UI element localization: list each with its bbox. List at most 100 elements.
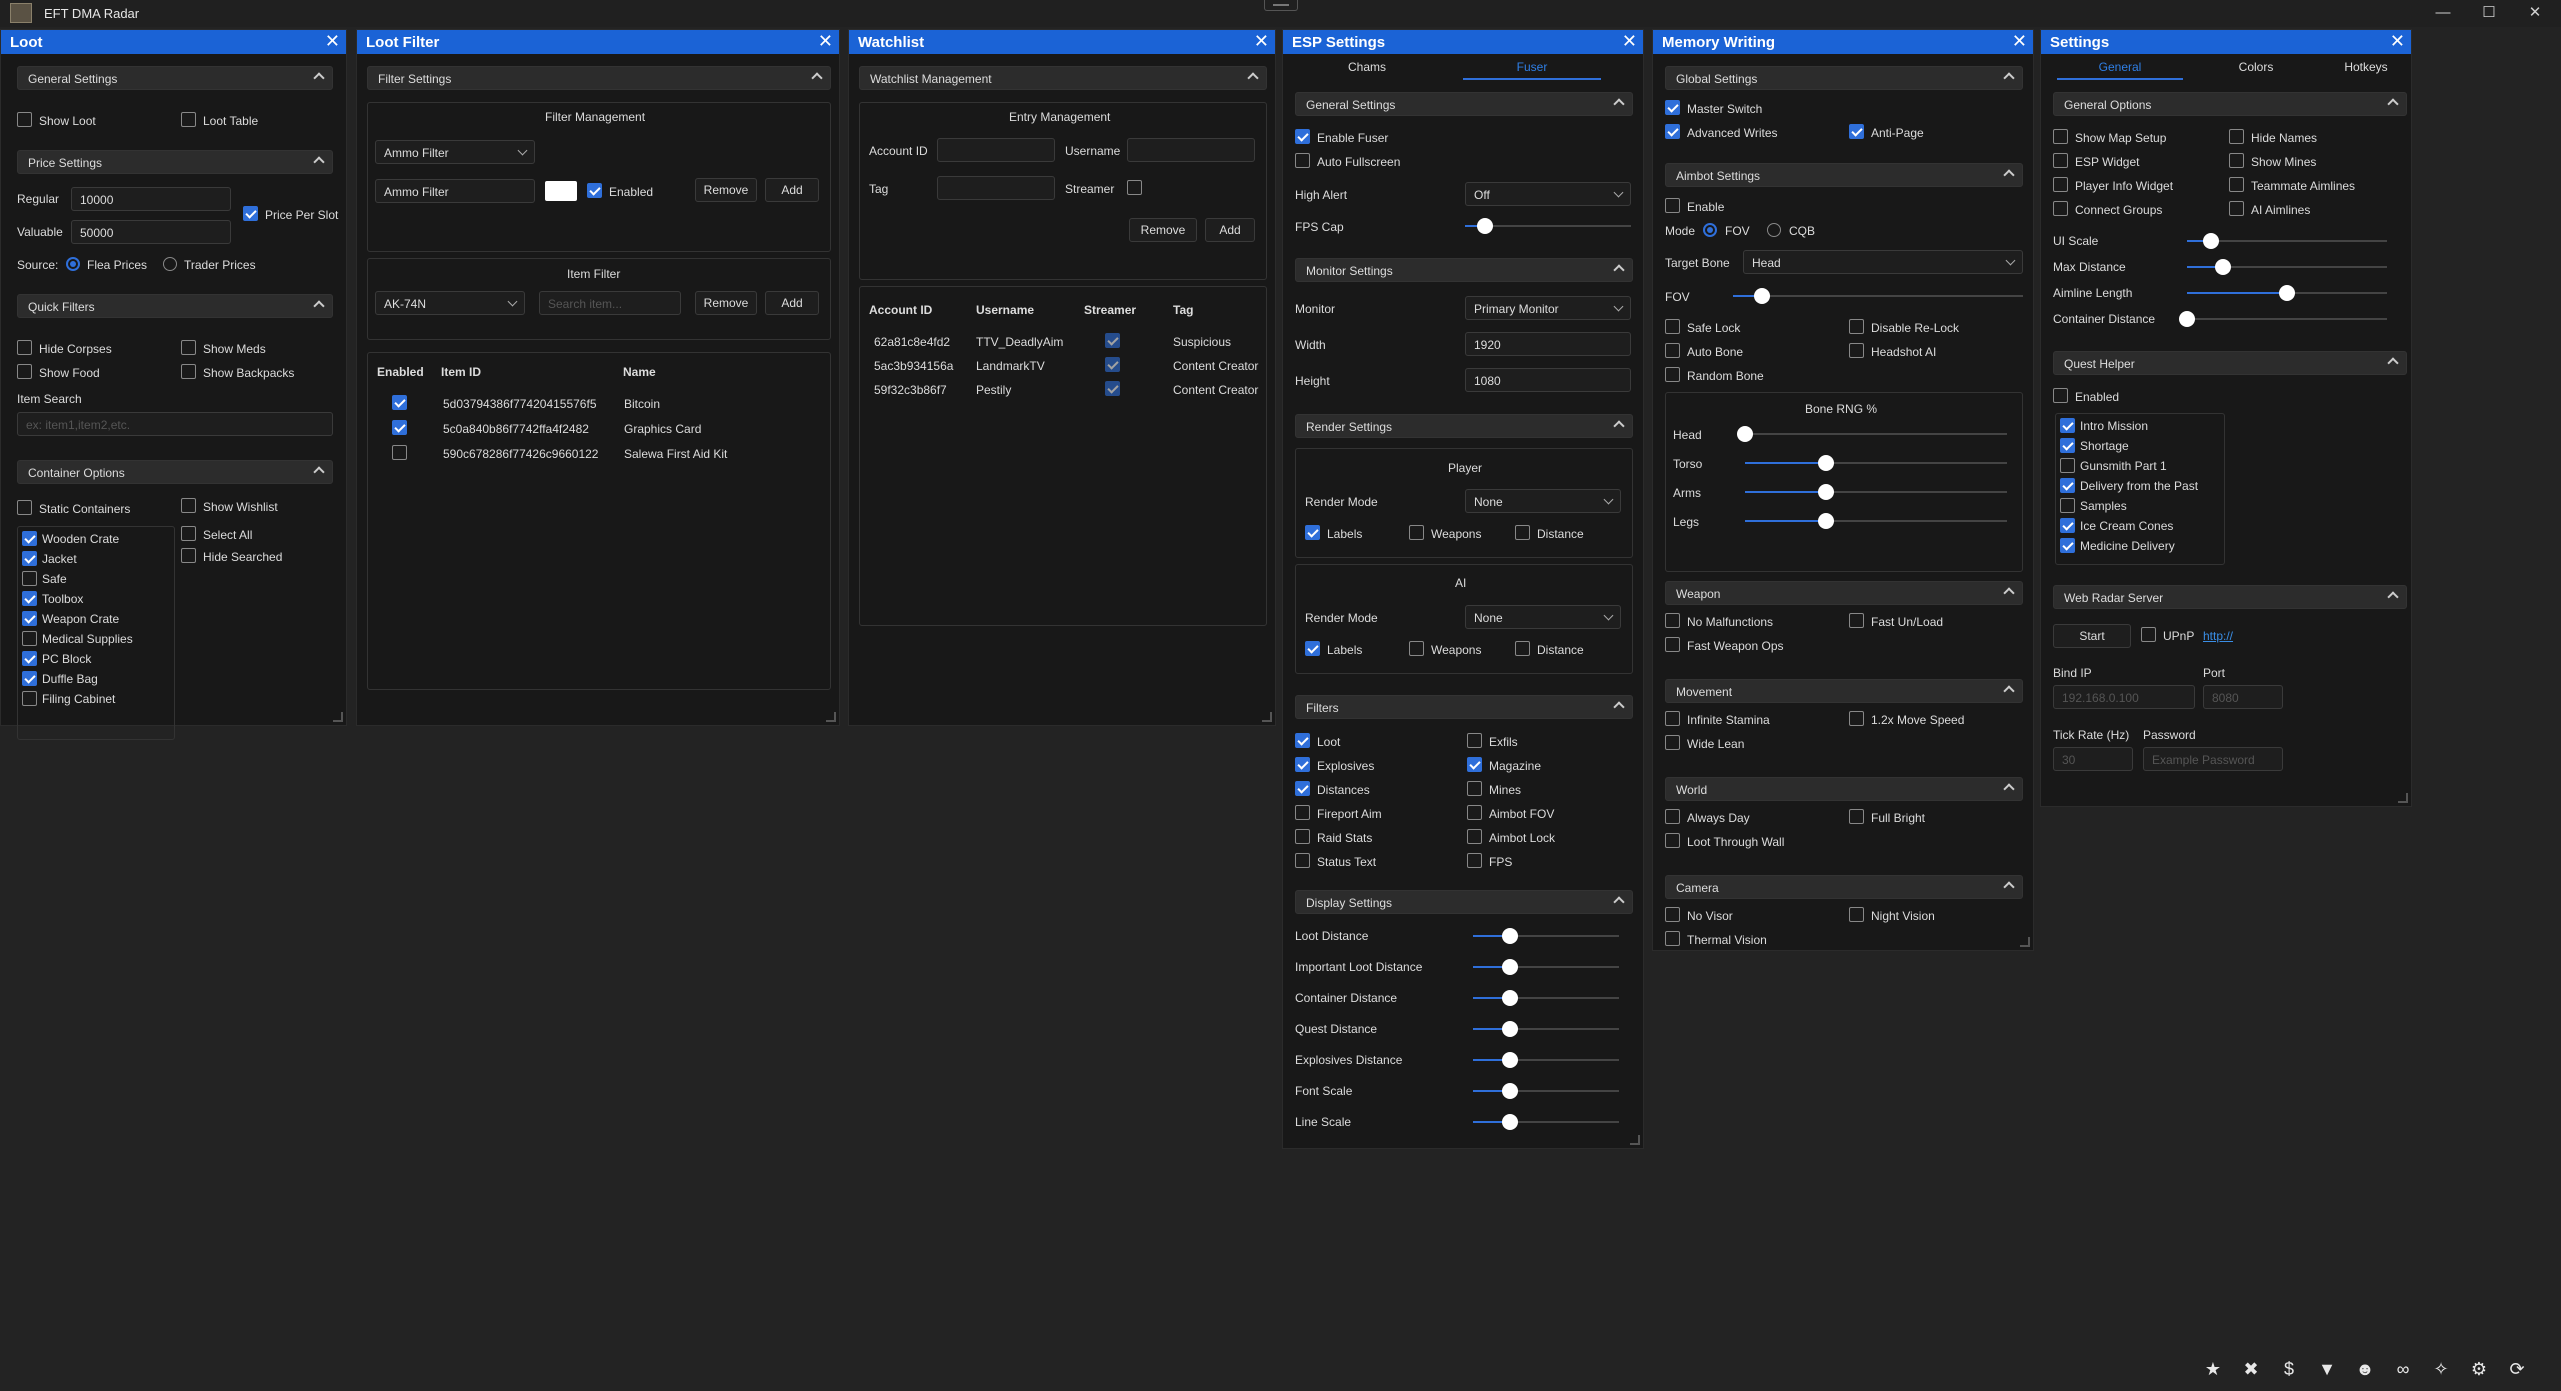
anti-page-checkbox[interactable] — [1849, 124, 1864, 139]
close-icon[interactable]: ✕ — [2390, 32, 2405, 50]
container-checkbox[interactable] — [22, 691, 37, 706]
aimbot-settings-section[interactable]: Aimbot Settings — [1665, 163, 2023, 187]
regular-price-input[interactable]: 10000 — [71, 187, 231, 211]
infinite-stamina-checkbox[interactable] — [1665, 711, 1680, 726]
quest-checkbox[interactable] — [2060, 478, 2075, 493]
tag-input[interactable] — [937, 176, 1055, 200]
filter-enabled-checkbox[interactable] — [587, 183, 602, 198]
streamer-checkbox[interactable] — [1127, 180, 1142, 195]
close-icon[interactable]: ✕ — [1622, 32, 1637, 50]
slider-knob[interactable] — [1818, 513, 1835, 529]
flea-prices-radio[interactable] — [66, 257, 80, 271]
quick-filters-section[interactable]: Quick Filters — [17, 294, 333, 318]
filter-checkbox[interactable] — [1295, 805, 1310, 820]
price-per-slot-checkbox[interactable] — [243, 206, 258, 221]
player-render-mode-dropdown[interactable]: None — [1465, 489, 1621, 513]
quest-checkbox[interactable] — [2060, 458, 2075, 473]
slider-knob[interactable] — [1501, 959, 1518, 975]
static-containers-checkbox[interactable] — [17, 500, 32, 515]
bone-slider[interactable] — [1745, 484, 2007, 500]
option-checkbox[interactable] — [2229, 177, 2244, 192]
tab-hotkeys[interactable]: Hotkeys — [2323, 60, 2409, 80]
fps-cap-slider[interactable] — [1465, 218, 1631, 234]
tab-chams[interactable]: Chams — [1311, 60, 1423, 80]
resize-grip-icon[interactable] — [2020, 937, 2030, 947]
headshot-ai-checkbox[interactable] — [1849, 343, 1864, 358]
loot-window-header[interactable]: Loot ✕ — [1, 30, 346, 54]
display-slider[interactable] — [1473, 1114, 1619, 1130]
minimize-icon[interactable]: — — [2430, 2, 2456, 24]
filter-checkbox[interactable] — [1467, 805, 1482, 820]
full-bright-checkbox[interactable] — [1849, 809, 1864, 824]
enable-fuser-checkbox[interactable] — [1295, 129, 1310, 144]
fast-weapon-ops-checkbox[interactable] — [1665, 637, 1680, 652]
glasses-icon[interactable]: ∞ — [2391, 1358, 2415, 1380]
filter-color-swatch[interactable] — [545, 181, 577, 201]
ai-render-mode-dropdown[interactable]: None — [1465, 605, 1621, 629]
resize-grip-icon[interactable] — [2398, 793, 2408, 803]
show-loot-checkbox[interactable] — [17, 112, 32, 127]
slider-knob[interactable] — [2179, 311, 2195, 327]
remove-filter-button[interactable]: Remove — [695, 178, 757, 202]
slider-knob[interactable] — [2279, 285, 2295, 301]
close-icon[interactable]: ✕ — [2012, 32, 2027, 50]
loot-filter-header[interactable]: Loot Filter ✕ — [357, 30, 839, 54]
web-radar-section[interactable]: Web Radar Server — [2053, 585, 2407, 609]
close-icon[interactable]: ✕ — [325, 32, 340, 50]
select-all-checkbox[interactable] — [181, 526, 196, 541]
filter-checkbox[interactable] — [1467, 853, 1482, 868]
slider-knob[interactable] — [1501, 1021, 1518, 1037]
player-weapons-checkbox[interactable] — [1409, 525, 1424, 540]
slider-knob[interactable] — [1476, 218, 1493, 234]
no-visor-checkbox[interactable] — [1665, 907, 1680, 922]
container-checkbox[interactable] — [22, 551, 37, 566]
high-alert-dropdown[interactable]: Off — [1465, 182, 1631, 206]
filter-checkbox[interactable] — [1467, 829, 1482, 844]
weapon-section[interactable]: Weapon — [1665, 581, 2023, 605]
trader-prices-radio[interactable] — [163, 257, 177, 271]
close-icon[interactable]: ✕ — [1254, 32, 1269, 50]
movement-section[interactable]: Movement — [1665, 679, 2023, 703]
aimbot-enable-checkbox[interactable] — [1665, 198, 1680, 213]
ai-labels-checkbox[interactable] — [1305, 641, 1320, 656]
mode-fov-radio[interactable] — [1703, 223, 1717, 237]
tick-rate-input[interactable]: 30 — [2053, 747, 2133, 771]
hide-searched-checkbox[interactable] — [181, 548, 196, 563]
filter-checkbox[interactable] — [1467, 781, 1482, 796]
container-checkbox[interactable] — [22, 611, 37, 626]
port-input[interactable]: 8080 — [2203, 685, 2283, 709]
show-meds-checkbox[interactable] — [181, 340, 196, 355]
monitor-settings-section[interactable]: Monitor Settings — [1295, 258, 1633, 282]
tab-fuser[interactable]: Fuser — [1463, 60, 1601, 80]
container-options-section[interactable]: Container Options — [17, 460, 333, 484]
width-input[interactable]: 1920 — [1465, 332, 1631, 356]
slider-knob[interactable] — [1818, 484, 1835, 500]
close-window-icon[interactable]: ✕ — [2522, 2, 2548, 24]
display-slider[interactable] — [1473, 928, 1619, 944]
bone-slider[interactable] — [1745, 455, 2007, 471]
account-id-input[interactable] — [937, 138, 1055, 162]
settings-slider[interactable] — [2187, 259, 2387, 275]
filter-settings-section[interactable]: Filter Settings — [367, 66, 831, 90]
upnp-checkbox[interactable] — [2141, 627, 2156, 642]
password-input[interactable]: Example Password — [2143, 747, 2283, 771]
resize-grip-icon[interactable] — [333, 712, 343, 722]
show-backpacks-checkbox[interactable] — [181, 364, 196, 379]
random-bone-checkbox[interactable] — [1665, 367, 1680, 382]
mode-cqb-radio[interactable] — [1767, 223, 1781, 237]
container-checkbox[interactable] — [22, 671, 37, 686]
gear-icon[interactable]: ⚙ — [2467, 1358, 2491, 1380]
watchlist-header[interactable]: Watchlist ✕ — [849, 30, 1275, 54]
quest-checkbox[interactable] — [2060, 498, 2075, 513]
esp-settings-header[interactable]: ESP Settings ✕ — [1283, 30, 1643, 54]
maximize-icon[interactable]: ☐ — [2476, 2, 2502, 24]
target-bone-dropdown[interactable]: Head — [1743, 250, 2023, 274]
general-settings-section[interactable]: General Settings — [17, 66, 333, 90]
fast-unload-checkbox[interactable] — [1849, 613, 1864, 628]
container-checkbox[interactable] — [22, 531, 37, 546]
option-checkbox[interactable] — [2053, 201, 2068, 216]
tab-colors[interactable]: Colors — [2201, 60, 2311, 80]
remove-item-button[interactable]: Remove — [695, 291, 757, 315]
bone-slider[interactable] — [1737, 426, 2007, 442]
close-icon[interactable]: ✕ — [818, 32, 833, 50]
